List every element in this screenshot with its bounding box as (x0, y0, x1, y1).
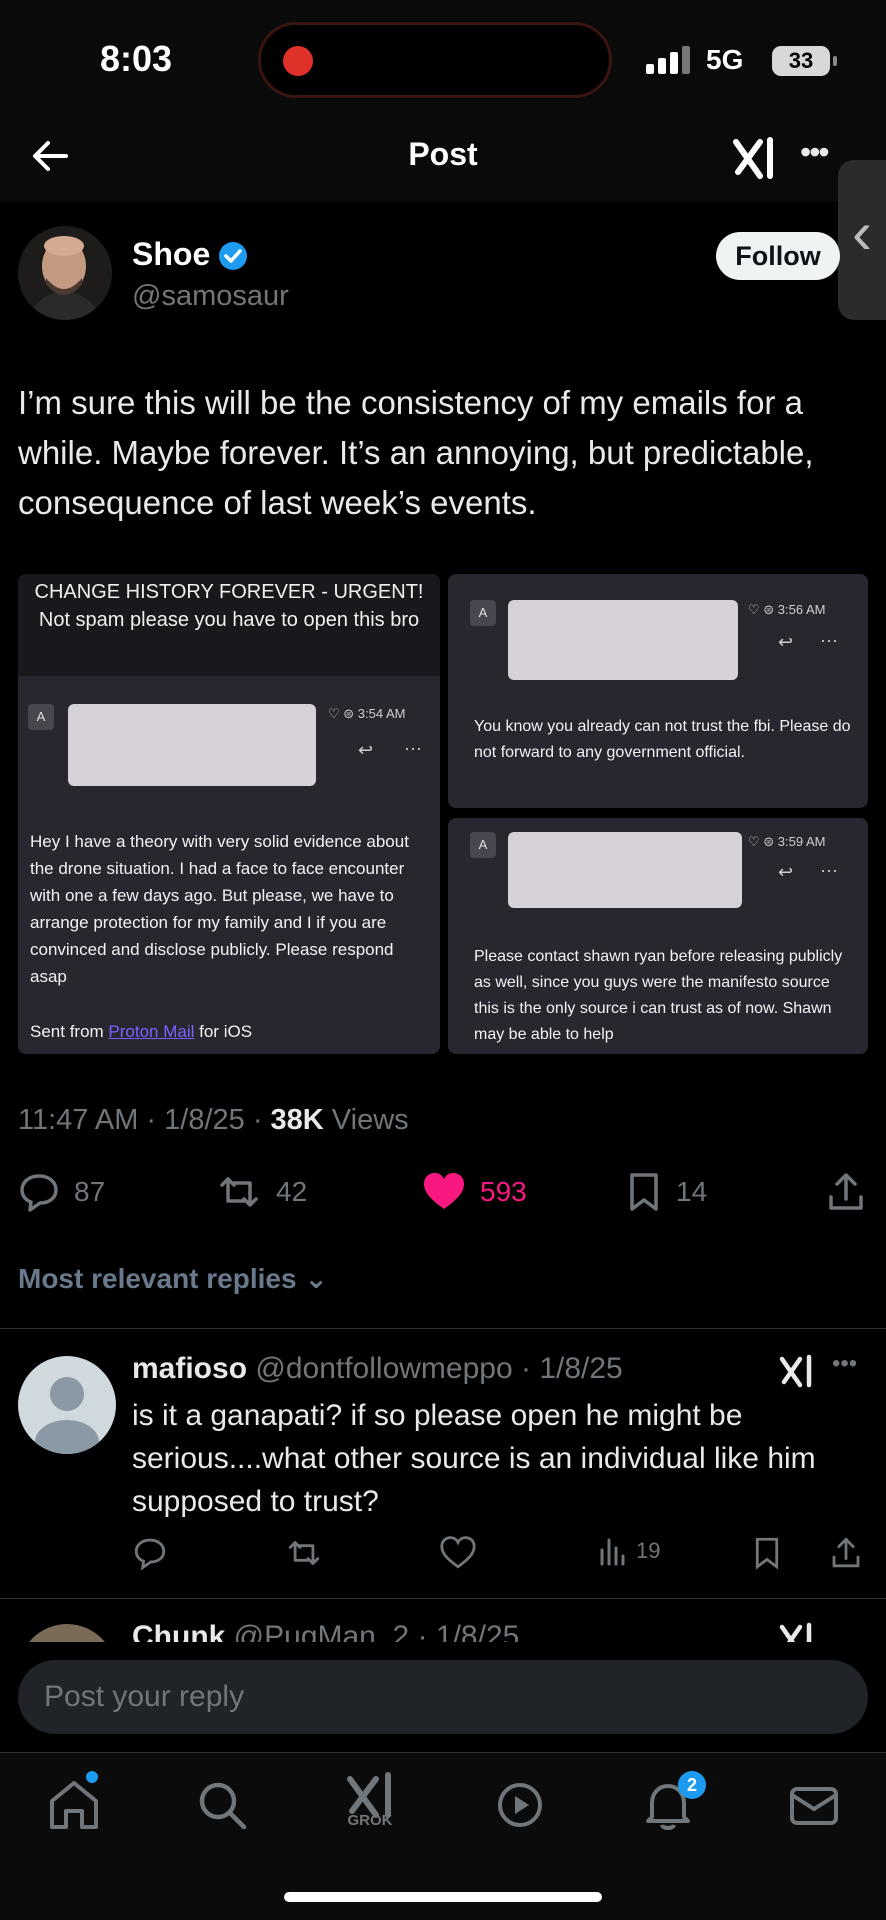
redacted-sender (68, 704, 316, 786)
email-time: ♡ ⊜ 3:56 AM (748, 602, 826, 617)
author-handle[interactable]: @samosaur (132, 280, 289, 313)
grok-icon[interactable] (778, 1354, 814, 1388)
email-screenshot-1[interactable]: CHANGE HISTORY FOREVER - URGENT! Not spa… (18, 574, 440, 1054)
reply-arrow-icon: ↩ (358, 740, 374, 760)
bookmark-icon (755, 1537, 779, 1570)
sender-avatar: A (470, 832, 496, 858)
email-screenshot-2[interactable]: A ♡ ⊜ 3:56 AM ↩ ··· You know you already… (448, 574, 868, 808)
divider (0, 1328, 886, 1329)
chevron-left-icon: ‹ (852, 199, 872, 266)
reply-icon (134, 1538, 166, 1570)
status-time: 8:03 (100, 38, 173, 79)
reply-views-count: 19 (636, 1538, 661, 1563)
sender-avatar: A (28, 704, 54, 730)
reply-views-action[interactable]: 19 (598, 1536, 660, 1566)
messages-envelope-icon[interactable] (782, 1773, 846, 1837)
like-action[interactable]: 593 (422, 1170, 527, 1214)
more-options-icon[interactable]: ••• (832, 1350, 857, 1378)
verified-badge-icon (219, 242, 247, 270)
email-time: ♡ ⊜ 3:54 AM (328, 706, 406, 721)
reply-action[interactable]: 87 (18, 1170, 105, 1214)
post-text: I’m sure this will be the consistency of… (18, 384, 814, 521)
reply-author-handle: @dontfollowmeppo (255, 1352, 513, 1385)
bookmark-icon (630, 1173, 658, 1211)
bookmark-count: 14 (676, 1176, 708, 1207)
reply-composer-bar: Post your reply (0, 1642, 886, 1752)
post-media-grid[interactable]: CHANGE HISTORY FOREVER - URGENT! Not spa… (18, 574, 868, 1054)
author-name[interactable]: Shoe (132, 236, 210, 273)
reply-reply-action[interactable] (132, 1536, 168, 1570)
reply-bookmark-action[interactable] (752, 1536, 782, 1570)
follow-button[interactable]: Follow (716, 232, 840, 280)
side-panel-handle[interactable]: ‹ (838, 160, 886, 320)
more-options-icon[interactable]: ••• (800, 134, 830, 171)
reply-icon (20, 1174, 58, 1212)
home-unread-dot (86, 1771, 98, 1783)
video-play-icon[interactable] (488, 1773, 552, 1837)
post-meta: 11:47 AM · 1/8/25 · 38K Views (18, 1104, 409, 1136)
repost-count: 42 (276, 1176, 308, 1207)
ellipsis-icon: ··· (820, 630, 838, 650)
reply-repost-action[interactable] (284, 1536, 324, 1570)
search-icon[interactable] (190, 1773, 254, 1837)
heart-filled-icon (424, 1173, 464, 1209)
signal-icon (646, 46, 690, 74)
ellipsis-icon: ··· (820, 860, 838, 880)
replies-sort-dropdown[interactable]: Most relevant replies ⌄ (18, 1262, 328, 1295)
bookmark-action[interactable]: 14 (626, 1170, 707, 1214)
network-label: 5G (706, 44, 744, 75)
battery-level: 33 (788, 48, 814, 73)
reply-input[interactable]: Post your reply (18, 1660, 868, 1734)
email-screenshot-3[interactable]: A ♡ ⊜ 3:59 AM ↩ ··· Please contact shawn… (448, 818, 868, 1054)
top-nav: Post ••• (0, 120, 886, 202)
email-subject: CHANGE HISTORY FOREVER - URGENT! Not spa… (34, 581, 424, 631)
grok-icon[interactable] (730, 136, 778, 180)
repost-action[interactable]: 42 (216, 1170, 307, 1214)
reply-text: is it a ganapati? if so please open he m… (132, 1399, 816, 1518)
chevron-down-icon: ⌄ (304, 1263, 328, 1294)
reply-count: 87 (74, 1176, 106, 1207)
redacted-sender (508, 832, 742, 908)
reply-avatar-default[interactable] (18, 1356, 116, 1454)
reply-placeholder: Post your reply (44, 1680, 245, 1713)
heart-icon (440, 1536, 476, 1569)
like-count: 593 (480, 1176, 527, 1207)
email-time: ♡ ⊜ 3:59 AM (748, 834, 826, 849)
repost-icon (220, 1177, 258, 1207)
home-indicator[interactable] (284, 1892, 602, 1902)
home-icon[interactable] (42, 1773, 106, 1837)
redacted-sender (508, 600, 738, 680)
reply-author-name: mafioso (132, 1352, 248, 1385)
ellipsis-icon: ··· (404, 738, 422, 758)
recording-indicator (283, 46, 313, 76)
battery-icon: 33 (772, 46, 837, 76)
grok-tab-label: GROK (347, 1812, 393, 1829)
email-body: Please contact shawn ryan before releasi… (474, 948, 843, 1043)
email-body: Hey I have a theory with very solid evid… (30, 832, 409, 986)
share-icon (829, 1173, 863, 1210)
notifications-badge: 2 (678, 1771, 706, 1799)
reply-like-action[interactable] (440, 1536, 476, 1570)
share-icon (832, 1537, 860, 1568)
email-signature: Sent from Proton Mail for iOS (30, 1022, 253, 1041)
views-count: 38K (270, 1104, 324, 1136)
reply-share-action[interactable] (830, 1536, 862, 1570)
analytics-icon (600, 1538, 625, 1566)
sender-avatar: A (470, 600, 496, 626)
reply-date: · 1/8/25 (521, 1352, 623, 1385)
reply-arrow-icon: ↩ (778, 862, 794, 882)
divider (0, 1598, 886, 1599)
dynamic-island (258, 22, 612, 98)
reply-header[interactable]: mafioso @dontfollowmeppo · 1/8/25 (132, 1352, 623, 1386)
repost-icon (288, 1541, 320, 1565)
status-bar: 8:03 5G 33 (0, 0, 886, 120)
email-body: You know you already can not trust the f… (474, 718, 851, 761)
share-action[interactable] (826, 1170, 880, 1214)
author-avatar[interactable] (18, 226, 112, 320)
reply-arrow-icon: ↩ (778, 632, 794, 652)
